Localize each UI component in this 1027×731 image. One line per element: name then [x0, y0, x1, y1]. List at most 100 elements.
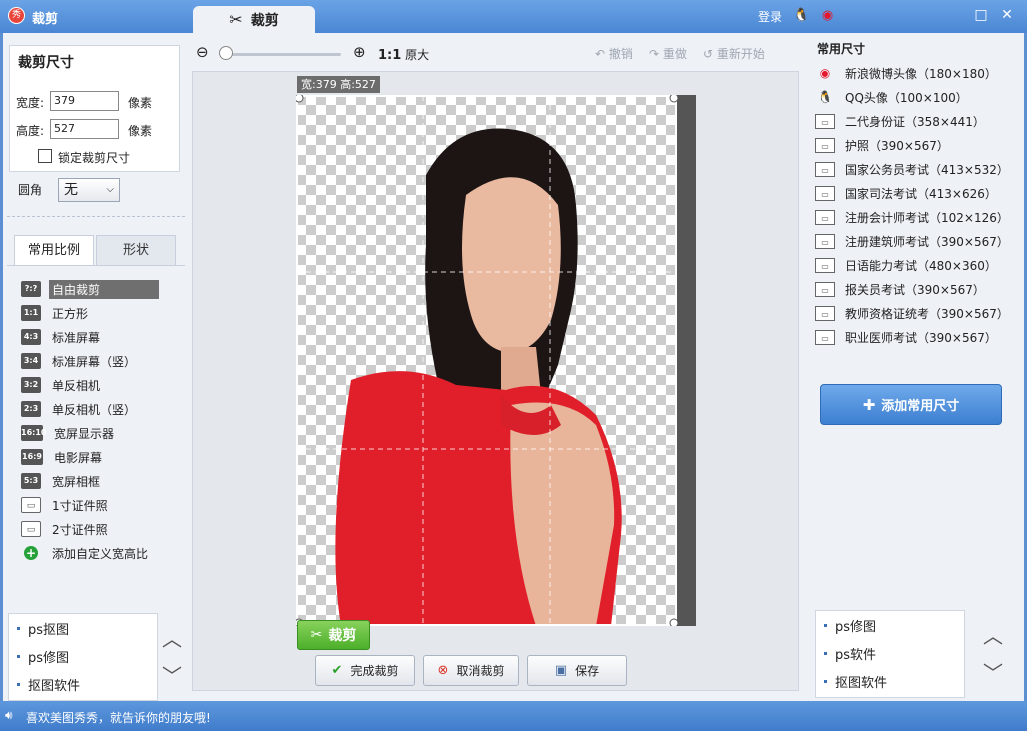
ratio-icon: 16:9 — [21, 449, 43, 465]
link-item[interactable]: ps修图 — [9, 642, 157, 670]
right-link-box: ps修图 ps软件 抠图软件 — [815, 610, 965, 698]
undo-button[interactable]: ↶ 撤销 — [595, 45, 633, 62]
left-link-box: ps抠图 ps修图 抠图软件 — [8, 613, 158, 701]
tab-common-ratio[interactable]: 常用比例 — [14, 235, 94, 265]
redo-button[interactable]: ↷ 重做 — [649, 45, 687, 62]
scissors-icon: ✂ — [229, 10, 243, 29]
crop-handle — [296, 95, 304, 103]
chevron-down-icon[interactable]: ﹀ — [982, 657, 1004, 686]
cancel-crop-button[interactable]: ⊗ 取消裁剪 — [423, 655, 519, 686]
id-card-icon: ▭ — [815, 209, 835, 225]
link-item[interactable]: 抠图软件 — [816, 667, 964, 695]
zoom-out-icon[interactable]: ⊖ — [196, 43, 209, 61]
ratio-icon: 16:10 — [21, 425, 46, 441]
ratio-item[interactable]: ▭ 2寸证件照 — [21, 517, 181, 541]
ratio-item[interactable]: 16:10 宽屏显示器 — [21, 421, 181, 445]
crop-size-tag: 宽:379 高:527 — [297, 76, 380, 93]
chevron-down-icon[interactable]: ﹀ — [161, 660, 183, 689]
id-card-icon: ▭ — [815, 329, 835, 345]
save-icon: ▣ — [554, 663, 568, 678]
ratio-item[interactable]: 5:3 宽屏相框 — [21, 469, 181, 493]
restart-button[interactable]: ↺ 重新开始 — [703, 45, 765, 62]
ratio-label: 标准屏幕 — [52, 330, 101, 345]
add-preset-button[interactable]: ✚ 添加常用尺寸 — [820, 384, 1002, 425]
preset-item[interactable]: ▭ 国家司法考试（413×626） — [815, 181, 1015, 205]
ratio-label: 宽屏显示器 — [54, 426, 115, 441]
tab-crop[interactable]: ✂ 裁剪 — [193, 6, 315, 33]
weibo-icon: ◉ — [819, 65, 831, 80]
status-message[interactable]: 喜欢美图秀秀，就告诉你的朋友哦! — [26, 709, 211, 726]
preset-item[interactable]: ▭ 职业医师考试（390×567） — [815, 325, 1015, 349]
left-panel: 裁剪尺寸 宽度: 379 像素 高度: 527 像素 锁定裁剪尺寸 圆角 无 ⌵… — [3, 33, 187, 701]
speaker-icon: 🔊︎ — [5, 708, 13, 722]
link-item[interactable]: ps修图 — [816, 611, 964, 639]
preset-label: 日语能力考试（480×360） — [845, 258, 997, 273]
ratio-item[interactable]: + 添加自定义宽高比 — [21, 541, 181, 565]
preset-item[interactable]: ▭ 注册会计师考试（102×126） — [815, 205, 1015, 229]
crop-handle — [669, 618, 679, 626]
zoom-slider[interactable] — [223, 53, 341, 56]
close-icon[interactable]: ✕ — [998, 6, 1016, 24]
height-input[interactable]: 527 — [50, 119, 119, 139]
preset-item[interactable]: ▭ 日语能力考试（480×360） — [815, 253, 1015, 277]
lock-size-checkbox[interactable] — [38, 149, 52, 163]
login-link[interactable]: 登录 — [758, 8, 782, 25]
preset-item[interactable]: ▭ 国家公务员考试（413×532） — [815, 157, 1015, 181]
tab-divider — [7, 265, 185, 266]
ratio-item[interactable]: 3:2 单反相机 — [21, 373, 181, 397]
original-size-button[interactable]: 1:1 原大 — [378, 46, 429, 63]
preset-item[interactable]: ◉ 新浪微博头像（180×180） — [815, 61, 1015, 85]
preset-item[interactable]: ▭ 二代身份证（358×441） — [815, 109, 1015, 133]
ratio-item[interactable]: 1:1 正方形 — [21, 301, 181, 325]
preset-item[interactable]: ▭ 教师资格证统考（390×567） — [815, 301, 1015, 325]
ratio-icon: 4:3 — [21, 329, 41, 345]
ratio-label: 正方形 — [52, 306, 89, 321]
preset-label: 注册会计师考试（102×126） — [845, 210, 1009, 225]
preset-item[interactable]: ▭ 注册建筑师考试（390×567） — [815, 229, 1015, 253]
ratio-label: 1寸证件照 — [52, 498, 108, 513]
width-input[interactable]: 379 — [50, 91, 119, 111]
id-card-icon: ▭ — [815, 113, 835, 129]
link-item[interactable]: ps抠图 — [9, 614, 157, 642]
weibo-icon[interactable]: ◉ — [819, 7, 836, 24]
link-item[interactable]: ps软件 — [816, 639, 964, 667]
corner-select[interactable]: 无 ⌵ — [58, 178, 120, 202]
finish-crop-button[interactable]: ✔ 完成裁剪 — [315, 655, 415, 686]
ratio-label: 添加自定义宽高比 — [52, 546, 149, 561]
crop-size-title: 裁剪尺寸 — [18, 55, 74, 71]
ratio-label: 自由裁剪 — [49, 279, 159, 299]
ratio-item[interactable]: 3:4 标准屏幕（竖） — [21, 349, 181, 373]
ratio-item[interactable]: ▭ 1寸证件照 — [21, 493, 181, 517]
ratio-item[interactable]: ?:? 自由裁剪 — [21, 277, 181, 301]
tab-shape[interactable]: 形状 — [96, 235, 176, 265]
zoom-in-icon[interactable]: ⊕ — [353, 43, 366, 61]
qq-icon[interactable]: 🐧 — [793, 7, 810, 24]
maximize-icon[interactable]: □ — [972, 6, 990, 24]
outside-crop-area — [677, 95, 696, 626]
ratio-item[interactable]: 16:9 电影屏幕 — [21, 445, 181, 469]
chevron-up-icon[interactable]: ︿ — [982, 620, 1004, 649]
preset-label: 职业医师考试（390×567） — [845, 330, 997, 345]
preset-label: 教师资格证统考（390×567） — [845, 306, 1009, 321]
crop-size-box: 裁剪尺寸 宽度: 379 像素 高度: 527 像素 锁定裁剪尺寸 — [9, 45, 180, 172]
id-card-icon: ▭ — [815, 257, 835, 273]
lock-size-label: 锁定裁剪尺寸 — [58, 151, 131, 165]
preset-label: 注册建筑师考试（390×567） — [845, 234, 1009, 249]
ratio-icon: 1:1 — [21, 305, 41, 321]
ratio-item[interactable]: 4:3 标准屏幕 — [21, 325, 181, 349]
ratio-item[interactable]: 2:3 单反相机（竖） — [21, 397, 181, 421]
crop-button[interactable]: ✂ 裁剪 — [297, 620, 370, 650]
ratio-icon: ?:? — [21, 281, 41, 297]
crop-handle — [669, 95, 679, 103]
save-button[interactable]: ▣ 保存 — [527, 655, 627, 686]
preset-item[interactable]: 🐧 QQ头像（100×100） — [815, 85, 1015, 109]
preset-label: QQ头像（100×100） — [845, 90, 968, 105]
cancel-icon: ⊗ — [437, 663, 449, 678]
zoom-slider-knob[interactable] — [219, 46, 233, 60]
crop-canvas[interactable] — [296, 95, 696, 626]
preset-item[interactable]: ▭ 护照（390×567） — [815, 133, 1015, 157]
preset-item[interactable]: ▭ 报关员考试（390×567） — [815, 277, 1015, 301]
link-item[interactable]: 抠图软件 — [9, 670, 157, 698]
chevron-up-icon[interactable]: ︿ — [161, 623, 183, 652]
id-card-icon: ▭ — [815, 185, 835, 201]
